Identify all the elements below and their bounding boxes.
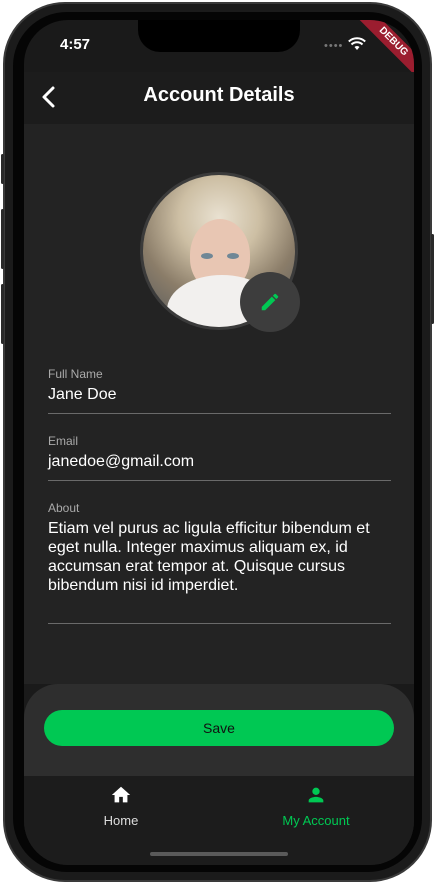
email-value: janedoe@gmail.com <box>48 453 195 470</box>
person-icon <box>308 787 324 803</box>
about-label: About <box>48 501 80 515</box>
avatar-eye-right <box>227 253 239 259</box>
pencil-icon <box>261 293 279 311</box>
full-name-value: Jane Doe <box>48 386 117 403</box>
notch <box>138 20 300 52</box>
home-indicator <box>150 852 288 856</box>
screen: 4:57 •••• DEBUG Account Details Full Nam… <box>24 20 414 865</box>
signal-indicator: •••• <box>324 40 344 52</box>
about-field[interactable]: About Etiam vel purus ac ligula efficitu… <box>48 501 391 624</box>
status-time: 4:57 <box>60 36 91 53</box>
save-button[interactable]: Save <box>44 710 394 746</box>
app-bar: Account Details <box>24 72 414 124</box>
nav-item-home[interactable]: Home <box>86 784 156 828</box>
power-button <box>431 234 434 324</box>
email-label: Email <box>48 434 79 448</box>
nav-label-home: Home <box>103 813 139 828</box>
account-form: Full Name Jane Doe Email janedoe@gmail.c… <box>24 124 414 684</box>
volume-down-button <box>1 284 4 344</box>
edit-avatar-button[interactable] <box>240 272 300 332</box>
avatar-eye-left <box>201 253 213 259</box>
page-title: Account Details <box>143 84 295 106</box>
home-icon <box>111 786 131 803</box>
full-name-field[interactable]: Full Name Jane Doe <box>48 367 391 414</box>
full-name-label: Full Name <box>48 367 103 381</box>
wifi-icon <box>348 37 366 50</box>
about-value: Etiam vel purus ac ligula efficitur bibe… <box>48 520 370 594</box>
nav-label-my-account: My Account <box>282 813 350 828</box>
volume-up-button <box>1 209 4 269</box>
nav-item-my-account[interactable]: My Account <box>271 784 361 828</box>
save-panel: Save <box>24 684 414 776</box>
email-field[interactable]: Email janedoe@gmail.com <box>48 434 391 481</box>
mute-switch <box>1 154 4 184</box>
